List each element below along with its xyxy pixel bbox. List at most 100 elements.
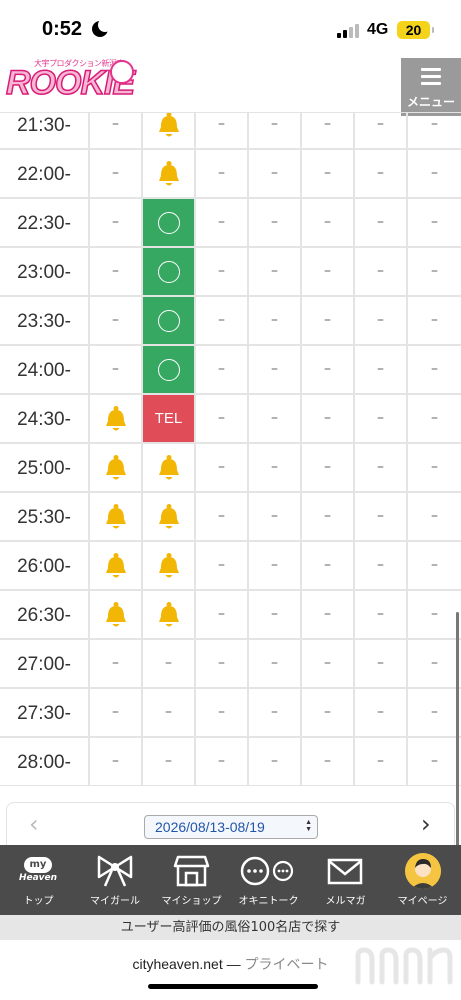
unavailable-cell: – [90, 346, 143, 395]
notify-cell[interactable] [90, 493, 143, 542]
unavailable-cell: – [302, 113, 355, 150]
tel-cell[interactable]: TEL [143, 395, 196, 444]
unavailable-cell: – [355, 640, 408, 689]
week-select[interactable]: 2026/08/13-08/19 ▲ ▼ [144, 815, 318, 839]
notify-cell[interactable] [90, 444, 143, 493]
nav-item-my-girl[interactable]: マイガール [77, 845, 153, 915]
unavailable-cell: – [90, 297, 143, 346]
unavailable-cell: – [355, 248, 408, 297]
unavailable-cell: – [408, 542, 461, 591]
notify-cell[interactable] [90, 395, 143, 444]
unavailable-cell: – [196, 346, 249, 395]
avatar-icon [405, 853, 441, 889]
time-slot-label: 21:30- [0, 113, 90, 150]
nav-item-my-shop[interactable]: マイショップ [153, 845, 230, 915]
unavailable-cell: – [302, 248, 355, 297]
unavailable-cell: – [90, 738, 143, 786]
unavailable-cell: – [355, 689, 408, 738]
shop-logo[interactable]: 大宇プロダクション新潟店 ROOKIE [5, 58, 136, 108]
unavailable-cell: – [196, 113, 249, 150]
next-week-button[interactable]: › [421, 812, 431, 836]
previous-week-button[interactable]: ‹ [29, 812, 39, 836]
unavailable-cell: – [355, 346, 408, 395]
time-slot-label: 26:30- [0, 591, 90, 640]
notify-cell[interactable] [143, 542, 196, 591]
time-slot-label: 25:00- [0, 444, 90, 493]
unavailable-cell: – [408, 738, 461, 786]
unavailable-cell: – [408, 199, 461, 248]
promo-banner[interactable]: ユーザー高評価の風俗100名店で探す [0, 915, 461, 940]
available-cell[interactable] [143, 248, 196, 297]
bell-icon [159, 113, 179, 137]
unavailable-cell: – [249, 297, 302, 346]
time-slot-label: 23:00- [0, 248, 90, 297]
unavailable-cell: – [196, 591, 249, 640]
site-header: 大宇プロダクション新潟店 ROOKIE メニュー [0, 58, 461, 116]
logo-badge-icon [110, 60, 134, 84]
bell-icon [159, 455, 179, 480]
unavailable-cell: – [408, 113, 461, 150]
time-slot-label: 27:00- [0, 640, 90, 689]
unavailable-cell: – [302, 493, 355, 542]
available-cell[interactable] [143, 199, 196, 248]
time-slot-label: 26:00- [0, 542, 90, 591]
unavailable-cell: – [355, 738, 408, 786]
notify-cell[interactable] [90, 542, 143, 591]
scrollbar[interactable] [456, 612, 459, 872]
unavailable-cell: – [408, 689, 461, 738]
time-slot-label: 23:30- [0, 297, 90, 346]
unavailable-cell: – [143, 689, 196, 738]
nav-label-okini-talk: オキニトーク [238, 896, 299, 907]
unavailable-cell: – [249, 591, 302, 640]
notify-cell[interactable] [90, 591, 143, 640]
url-domain: cityheaven.net [132, 956, 223, 972]
available-cell[interactable] [143, 346, 196, 395]
time-slot-label: 24:30- [0, 395, 90, 444]
time-slot-label: 24:00- [0, 346, 90, 395]
menu-button[interactable]: メニュー [401, 58, 461, 116]
unavailable-cell: – [143, 738, 196, 786]
unavailable-cell: – [355, 150, 408, 199]
circle-icon [158, 261, 180, 283]
url-private-mode: プライベート [244, 956, 329, 972]
unavailable-cell: – [249, 493, 302, 542]
nav-item-mail-magazine[interactable]: メルマガ [307, 845, 384, 915]
nav-label-mail-magazine: メルマガ [325, 896, 366, 907]
schedule-row: 24:30- TEL – – – – – [0, 395, 461, 444]
unavailable-cell: – [302, 199, 355, 248]
home-indicator [148, 984, 318, 989]
notify-cell[interactable] [143, 444, 196, 493]
select-arrows-icon: ▲ ▼ [305, 819, 312, 833]
schedule-row: 24:00- – – – – – – [0, 346, 461, 395]
ribbon-icon [97, 855, 133, 887]
schedule-row: 21:30- – – – – – – [0, 113, 461, 150]
unavailable-cell: – [302, 591, 355, 640]
unavailable-cell: – [408, 591, 461, 640]
notify-cell[interactable] [143, 493, 196, 542]
unavailable-cell: – [408, 395, 461, 444]
nav-item-my-page[interactable]: マイページ [384, 845, 461, 915]
nav-item-top[interactable]: my Heaven トップ [0, 845, 77, 915]
unavailable-cell: – [196, 297, 249, 346]
available-cell[interactable] [143, 297, 196, 346]
unavailable-cell: – [90, 199, 143, 248]
bottom-nav: my Heaven トップ マイガール マイショップ オキニトーク メルマガ マ… [0, 845, 461, 915]
schedule-row: 22:30- – – – – – – [0, 199, 461, 248]
unavailable-cell: – [90, 113, 143, 150]
unavailable-cell: – [302, 297, 355, 346]
status-bar: 0:52 4G 20 [0, 0, 461, 58]
notify-cell[interactable] [143, 113, 196, 150]
schedule-row: 26:00- – – – – – [0, 542, 461, 591]
notify-cell[interactable] [143, 591, 196, 640]
unavailable-cell: – [355, 113, 408, 150]
notify-cell[interactable] [143, 150, 196, 199]
week-navigator: ‹ 2026/08/13-08/19 ▲ ▼ › [6, 802, 455, 846]
circle-icon [158, 359, 180, 381]
status-time: 0:52 [42, 18, 83, 40]
bell-icon [106, 406, 126, 431]
schedule-row: 23:30- – – – – – – [0, 297, 461, 346]
unavailable-cell: – [249, 346, 302, 395]
time-slot-label: 22:00- [0, 150, 90, 199]
nav-item-okini-talk[interactable]: オキニトーク [230, 845, 307, 915]
unavailable-cell: – [196, 738, 249, 786]
